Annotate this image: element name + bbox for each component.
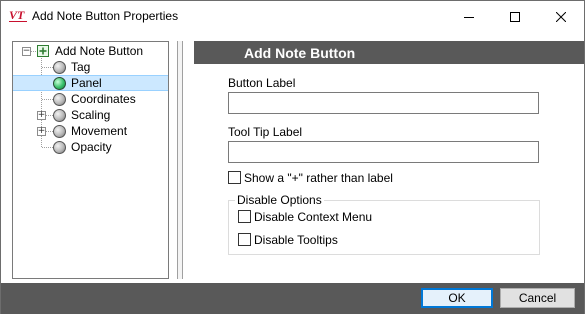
gray-sphere-icon [53,125,66,138]
collapse-icon[interactable]: − [22,47,31,56]
tree-item-label: Scaling [71,108,111,122]
tree-item-root[interactable]: − Add Note Button [13,43,168,59]
tree-item-label: Tag [71,60,91,74]
window-title: Add Note Button Properties [32,9,179,23]
maximize-button[interactable] [492,1,538,32]
tree-item-label: Movement [71,124,128,138]
gray-sphere-icon [53,109,66,122]
tree-item-tag[interactable]: Tag [13,59,168,75]
close-button[interactable] [538,1,584,32]
tree-item-label: Add Note Button [55,44,144,58]
tree-item-movement[interactable]: + Movement [13,123,168,139]
dialog-footer [1,283,584,314]
tooltip-label-input[interactable] [228,141,539,163]
disable-context-menu-label[interactable]: Disable Context Menu [254,210,372,224]
button-label-caption: Button Label [228,76,296,90]
maximize-icon [510,11,520,22]
disable-context-menu-checkbox[interactable] [238,210,251,223]
disable-tooltips-label[interactable]: Disable Tooltips [254,233,338,247]
property-tree[interactable]: − Add Note Button Tag Panel Coordinates … [12,41,169,279]
tree-item-label: Panel [71,76,102,90]
vt-logo-icon: VT [9,8,27,22]
tree-item-label: Opacity [71,140,112,154]
pane-splitter[interactable] [177,41,183,279]
ok-button[interactable]: OK [421,288,493,308]
gray-sphere-icon [53,141,66,154]
expand-icon[interactable]: + [37,127,46,136]
title-bar[interactable]: VT Add Note Button Properties [1,1,584,32]
disable-tooltips-checkbox[interactable] [238,233,251,246]
tree-item-scaling[interactable]: + Scaling [13,107,168,123]
show-plus-checkbox[interactable] [228,171,241,184]
svg-text:VT: VT [9,8,25,22]
minimize-icon [464,16,474,18]
tree-item-coordinates[interactable]: Coordinates [13,91,168,107]
panel-header: Add Note Button [194,41,584,64]
show-plus-label[interactable]: Show a "+" rather than label [244,171,393,185]
expand-icon[interactable]: + [37,111,46,120]
gray-sphere-icon [53,61,66,74]
tooltip-label-caption: Tool Tip Label [228,125,303,139]
cancel-button[interactable]: Cancel [500,288,575,308]
gray-sphere-icon [53,93,66,106]
minimize-button[interactable] [446,1,492,32]
tree-item-panel[interactable]: Panel [13,75,168,91]
green-sphere-icon [53,77,66,90]
add-note-button-icon [37,45,49,57]
panel-header-title: Add Note Button [244,45,356,61]
dialog-window: VT Add Note Button Properties − Add Note… [0,0,585,314]
close-icon [556,11,566,22]
tree-item-opacity[interactable]: Opacity [13,139,168,155]
disable-options-title: Disable Options [235,193,324,207]
button-label-input[interactable] [228,92,539,114]
tree-item-label: Coordinates [71,92,136,106]
